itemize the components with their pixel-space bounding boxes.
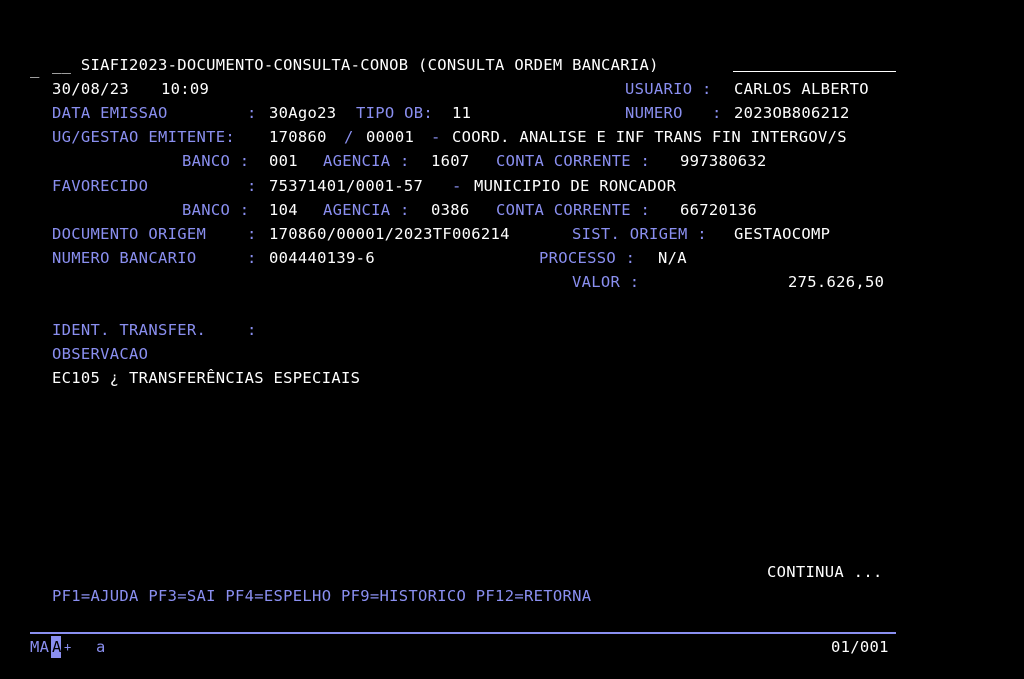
favorecido-dash: - [452,177,462,195]
numero-value: 2023OB806212 [734,104,850,122]
processo-label: PROCESSO : [539,249,636,267]
numero-colon: : [712,104,722,122]
favorecido-agencia-label: AGENCIA : [323,201,410,219]
screen-title: __ SIAFI2023-DOCUMENTO-CONSULTA-CONOB (C… [52,56,659,74]
status-cursor-char: A [52,638,62,656]
current-time: 10:09 [161,80,210,98]
valor-label: VALOR : [572,273,640,291]
status-plus: + [64,640,72,654]
data-emissao-label: DATA EMISSAO [52,104,168,122]
favorecido-banco-label: BANCO : [182,201,250,219]
current-date: 30/08/23 [52,80,130,98]
documento-origem-label: DOCUMENTO ORIGEM [52,225,207,243]
ug-slash: / [344,128,354,146]
status-separator [30,632,896,634]
conta-corrente-label: CONTA CORRENTE : [496,152,651,170]
sist-origem-value: GESTAOCOMP [734,225,831,243]
favorecido-conta-value: 66720136 [680,201,758,219]
numero-bancario-colon: : [247,249,257,267]
page-indicator: 01/001 [831,638,889,656]
observacao-label: OBSERVACAO [52,345,149,363]
documento-origem-colon: : [247,225,257,243]
processo-value: N/A [658,249,687,267]
agencia-value: 1607 [431,152,470,170]
favorecido-cnpj: 75371401/0001-57 [269,177,424,195]
documento-origem-value: 170860/00001/2023TF006214 [269,225,510,243]
tipo-ob-label: TIPO OB: [356,104,434,122]
sist-origem-label: SIST. ORIGEM : [572,225,707,243]
ident-transfer-colon: : [247,321,257,339]
tipo-ob-value: 11 [452,104,472,122]
ug-name: COORD. ANALISE E INF TRANS FIN INTERGOV/… [452,128,847,146]
pf-keys-help[interactable]: PF1=AJUDA PF3=SAI PF4=ESPELHO PF9=HISTOR… [52,587,591,605]
usuario-label: USUARIO : [625,80,712,98]
numero-bancario-label: NUMERO BANCARIO [52,249,197,267]
cursor-mark: _ [30,60,40,78]
valor-value: 275.626,50 [788,273,885,291]
gestao-code: 00001 [366,128,415,146]
banco-value: 001 [269,152,298,170]
favorecido-agencia-value: 0386 [431,201,470,219]
agencia-label: AGENCIA : [323,152,410,170]
favorecido-banco-value: 104 [269,201,298,219]
title-underline [733,71,896,72]
favorecido-colon: : [247,177,257,195]
status-lowercase-a: a [96,638,106,656]
usuario-value: CARLOS ALBERTO [734,80,869,98]
continua-indicator: CONTINUA ... [767,563,883,581]
numero-label: NUMERO [625,104,683,122]
ident-transfer-label: IDENT. TRANSFER. [52,321,207,339]
numero-bancario-value: 004440139-6 [269,249,375,267]
favorecido-name: MUNICIPIO DE RONCADOR [474,177,677,195]
status-ma: MA [30,638,50,656]
ug-gestao-label: UG/GESTAO EMITENTE: [52,128,236,146]
ug-dash: - [431,128,441,146]
conta-corrente-value: 997380632 [680,152,767,170]
data-emissao-colon: : [247,104,257,122]
observacao-text: EC105 ¿ TRANSFERÊNCIAS ESPECIAIS [52,369,361,387]
favorecido-label: FAVORECIDO [52,177,149,195]
favorecido-conta-label: CONTA CORRENTE : [496,201,651,219]
banco-label: BANCO : [182,152,250,170]
data-emissao-value: 30Ago23 [269,104,337,122]
ug-code: 170860 [269,128,327,146]
